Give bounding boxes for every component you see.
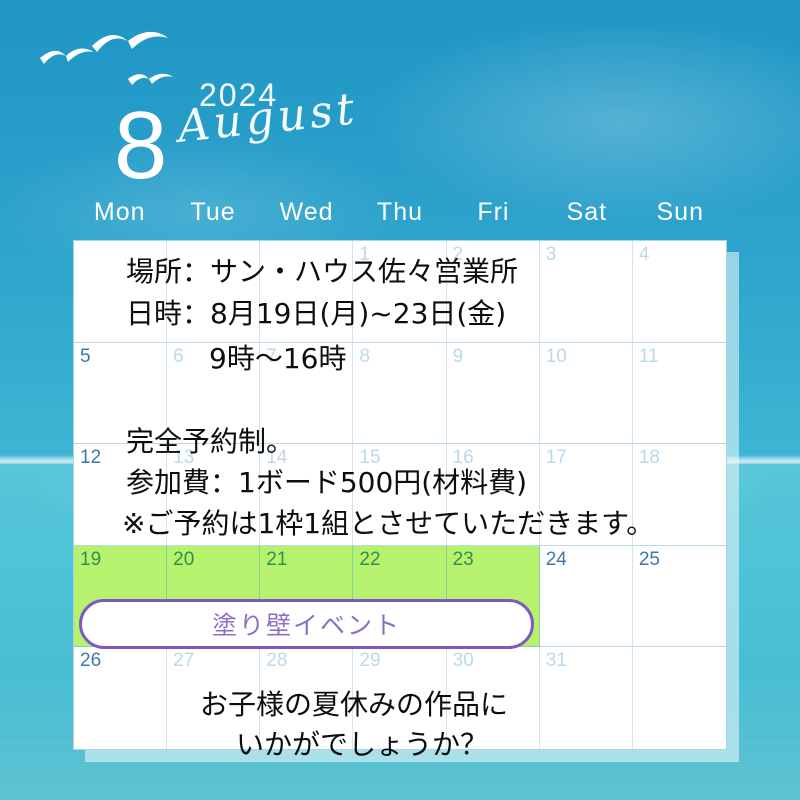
calendar-cell[interactable]: 9 [446, 342, 540, 445]
calendar-day-number: 26 [80, 650, 102, 672]
calendar-day-number: 3 [545, 244, 557, 265]
calendar-day-number: 4 [638, 244, 650, 265]
calendar-day-number: 10 [545, 345, 567, 367]
calendar-day-number: 25 [638, 548, 660, 570]
calendar-cell[interactable]: 4 [632, 241, 726, 343]
calendar-day-number: 8 [359, 345, 370, 367]
weekday-thu: Thu [376, 198, 424, 226]
calendar-day-number: 31 [545, 650, 567, 672]
calendar-day-number: 21 [266, 548, 288, 570]
info-ask-line2: いかがでしょうか？ [236, 728, 489, 761]
calendar-cell[interactable]: 31 [540, 647, 633, 749]
info-ask-line1: お子様の夏休みの作品に [200, 688, 509, 721]
weekday-tue: Tue [190, 198, 236, 226]
event-banner[interactable]: 塗り壁イベント [79, 599, 534, 649]
calendar-day-number: 18 [638, 447, 660, 469]
weekday-sat: Sat [566, 198, 608, 226]
info-place: 場所：サン・ハウス佐々営業所 [126, 255, 519, 288]
calendar-day-number: 6 [173, 345, 184, 367]
calendar-day-number: 12 [80, 447, 102, 469]
calendar-day-number: 9 [452, 345, 464, 367]
month-number: 8 [114, 92, 167, 199]
calendar-day-number: 17 [545, 447, 567, 469]
calendar-day-number: 11 [638, 345, 659, 367]
calendar-day-number: 27 [173, 650, 195, 672]
calendar-cell[interactable]: 26 [74, 647, 168, 749]
weekday-sun: Sun [656, 198, 704, 226]
calendar-cell[interactable]: 3 [539, 241, 633, 343]
calendar-day-number: 20 [173, 548, 195, 570]
calendar-cell[interactable]: 24 [539, 545, 633, 648]
calendar-cell[interactable]: 25 [632, 546, 726, 648]
info-hours: 9時〜16時 [209, 342, 347, 375]
calendar-day-number: 22 [359, 548, 381, 570]
weekday-fri: Fri [477, 198, 510, 226]
calendar-day-number: 28 [266, 650, 288, 672]
calendar-cell[interactable]: 8 [353, 342, 447, 445]
calendar-day-number: 5 [80, 345, 91, 367]
weekday-wed: Wed [279, 198, 334, 226]
info-fee: 参加費：1ボード500円(材料費) [126, 466, 528, 499]
event-banner-label: 塗り壁イベント [211, 611, 401, 640]
info-note: ※ご予約は1枠1組とさせていただきます。 [122, 507, 655, 540]
calendar-day-number: 23 [452, 548, 474, 570]
calendar-day-number: 30 [452, 650, 474, 672]
poster-header: 8 2024 August [0, 46, 800, 194]
calendar-cell[interactable]: 11 [632, 343, 726, 445]
info-reservation: 完全予約制。 [126, 425, 295, 458]
info-datetime: 日時：8月19日(月)~23日(金) [126, 297, 507, 330]
weekday-mon: Mon [93, 198, 146, 226]
calendar-poster: 8 2024 August Mon Tue Wed Thu Fri Sat Su… [0, 0, 800, 800]
weekday-header-row: Mon Tue Wed Thu Fri Sat Sun [73, 196, 727, 232]
calendar-day-number: 29 [359, 650, 381, 672]
calendar-day-number: 19 [80, 548, 102, 570]
calendar-cell[interactable]: 10 [539, 342, 633, 445]
calendar-cell[interactable] [633, 647, 726, 749]
calendar-day-number: 24 [545, 548, 567, 570]
